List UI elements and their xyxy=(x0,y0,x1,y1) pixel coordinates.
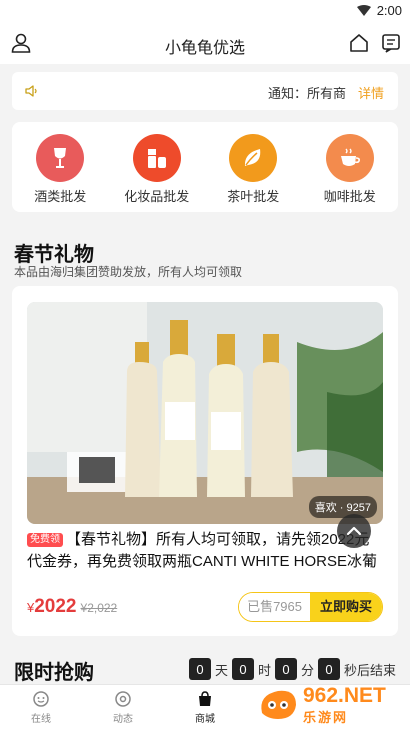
shopping-bag-icon xyxy=(199,691,211,706)
sold-count: 已售7965 xyxy=(239,593,310,621)
product-image[interactable]: 喜欢 · 9257 xyxy=(27,302,383,524)
category-label: 化妆品批发 xyxy=(124,189,190,204)
flash-sale-title: 限时抢购 xyxy=(14,662,94,684)
countdown-hours: 0 xyxy=(231,658,254,680)
buy-now-button[interactable]: 立即购买 xyxy=(309,593,382,621)
tab-label: 商城 xyxy=(195,714,215,725)
tea-leaf-icon xyxy=(229,134,278,182)
wine-bottles-illustration xyxy=(27,302,383,524)
category-tea[interactable]: 茶叶批发 xyxy=(205,122,302,212)
compass-icon xyxy=(115,691,131,707)
product-card[interactable]: 喜欢 · 9257 免费领 【春节礼物】所有人均可领取，请先领2022元代金券，再… xyxy=(12,286,398,636)
countdown-seconds: 0 xyxy=(317,658,340,680)
countdown-days: 0 xyxy=(188,658,211,680)
watermark-subtext: 乐游网 xyxy=(303,709,349,725)
chevron-up-icon xyxy=(346,526,362,536)
tab-label: 动态 xyxy=(113,714,133,725)
buy-group: 已售7965 立即购买 xyxy=(238,592,383,622)
section-subtitle: 本品由海归集团赞助发放，所有人均可领取 xyxy=(14,265,243,279)
likes-badge: 喜欢 · 9257 xyxy=(308,496,377,518)
free-tag: 免费领 xyxy=(27,533,63,547)
days-unit: 天 xyxy=(214,662,228,678)
tab-moments[interactable]: 动态 xyxy=(82,685,164,729)
status-bar: 2:00 xyxy=(0,0,410,24)
wine-glass-icon xyxy=(36,134,85,182)
notice-detail-link[interactable]: 详情 xyxy=(358,83,384,102)
minutes-unit: 分 xyxy=(300,662,314,678)
speaker-icon xyxy=(25,85,37,97)
app-header: 小龟龟优选 xyxy=(0,24,410,64)
price-value: 2022 xyxy=(34,596,77,617)
countdown-minutes: 0 xyxy=(274,658,297,680)
back-to-top-button[interactable] xyxy=(337,514,371,548)
category-label: 咖啡批发 xyxy=(323,189,376,204)
message-icon[interactable] xyxy=(380,32,402,54)
watermark-text: 962.NET xyxy=(303,683,386,707)
notice-text: 通知：所有商 xyxy=(267,86,346,101)
category-wine[interactable]: 酒类批发 xyxy=(12,122,109,212)
tab-online[interactable]: 在线 xyxy=(0,685,82,729)
seconds-suffix: 秒后结束 xyxy=(343,662,396,678)
category-coffee[interactable]: 咖啡批发 xyxy=(302,122,399,212)
category-cosmetics[interactable]: 化妆品批发 xyxy=(109,122,206,212)
cosmetics-icon xyxy=(132,134,181,182)
hours-unit: 时 xyxy=(257,662,271,678)
coffee-cup-icon xyxy=(325,134,374,182)
status-time: 2:00 xyxy=(376,3,402,18)
home-icon[interactable] xyxy=(348,32,370,54)
chat-icon xyxy=(33,691,49,707)
countdown-timer: 0 天 0 时 0 分 0 秒后结束 xyxy=(188,658,396,680)
category-label: 酒类批发 xyxy=(34,189,87,204)
product-title[interactable]: 免费领 【春节礼物】所有人均可领取，请先领2022元代金券，再免费领取两瓶CANT… xyxy=(27,529,383,573)
original-price: ¥2,022 xyxy=(80,601,118,615)
wifi-icon xyxy=(356,5,371,16)
product-price: ¥2022 ¥2,022 xyxy=(27,596,117,618)
tab-label: 在线 xyxy=(31,714,51,725)
site-watermark: 962.NET 乐游网 xyxy=(256,683,406,727)
product-title-text: 【春节礼物】所有人均可领取，请先领2022元代金券，再免费领取两瓶CANTI W… xyxy=(27,531,378,570)
watermark-logo-icon xyxy=(261,690,296,719)
category-label: 茶叶批发 xyxy=(227,189,280,204)
category-grid: 酒类批发 化妆品批发 茶叶批发 咖啡批发 xyxy=(12,122,398,212)
notice-bar[interactable]: 通知：所有商 详情 xyxy=(12,72,398,110)
tab-mall[interactable]: 商城 xyxy=(164,685,246,729)
